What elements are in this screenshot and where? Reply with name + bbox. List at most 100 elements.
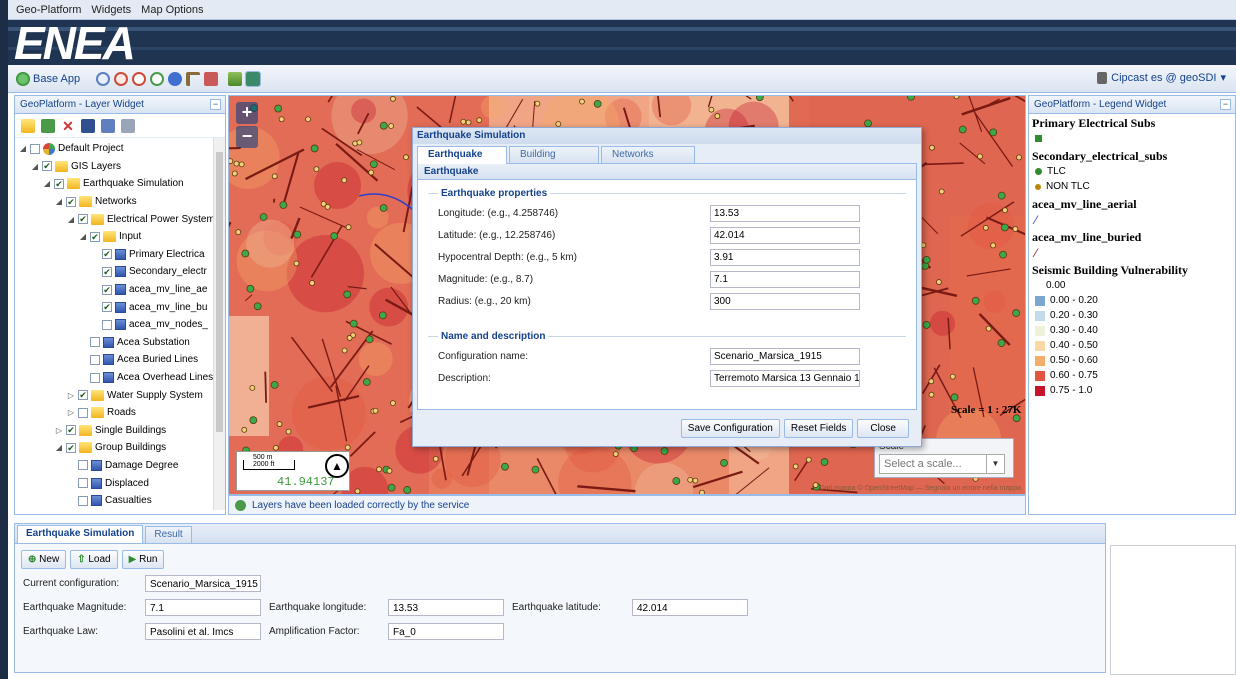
description-input[interactable]: Terremoto Marsica 13 Gennaio 1915 [710,369,860,387]
collapse-layer-panel-button[interactable]: − [210,99,221,110]
expand-arrow-icon[interactable]: ◢ [31,162,39,171]
layer-tree-node[interactable]: Casualties [15,492,225,510]
menu-geo-platform[interactable]: Geo-Platform [16,4,81,16]
tab-result[interactable]: Result [145,526,192,543]
settings-icon[interactable] [121,118,135,133]
reset-fields-button[interactable]: Reset Fields [783,419,854,438]
zoom-in-icon[interactable] [96,71,111,86]
export-icon[interactable] [101,118,115,133]
layer-tree-node[interactable]: ✔ Primary Electrica [15,246,225,264]
layer-checkbox[interactable] [90,337,100,348]
layer-checkbox[interactable]: ✔ [102,302,112,313]
save-configuration-button[interactable]: Save Configuration [680,419,780,438]
layer-tree-node[interactable]: ◢ ✔ Networks [15,193,225,211]
layer-checkbox[interactable] [78,407,88,418]
scale-select[interactable]: Select a scale... ▼ [879,454,1005,474]
expand-arrow-icon[interactable]: ◢ [19,144,27,153]
layer-checkbox[interactable]: ✔ [102,266,112,277]
expand-arrow-icon[interactable]: ◢ [67,215,75,224]
full-screen-icon[interactable] [245,70,262,87]
layer-tree-node[interactable]: ✔ acea_mv_line_bu [15,298,225,316]
base-app-button[interactable]: Base App [14,69,82,89]
layer-checkbox[interactable]: ✔ [90,231,100,242]
zoom-out-button[interactable]: − [236,126,258,148]
expand-arrow-icon[interactable]: ◢ [55,443,63,452]
close-button[interactable]: Close [857,419,909,438]
magnitude-input[interactable]: 7.1 [710,270,860,288]
layer-tree-node[interactable]: Acea Substation [15,334,225,352]
current-config-field[interactable]: Scenario_Marsica_1915 [145,575,261,592]
layer-tree-node[interactable]: Collapsed Buildings [15,509,225,510]
layer-checkbox[interactable] [78,478,88,489]
layer-checkbox[interactable]: ✔ [66,442,76,453]
collapse-legend-panel-button[interactable]: − [1220,99,1231,110]
radius-input[interactable]: 300 [710,292,860,310]
layer-tree-node[interactable]: ▷ ✔ Single Buildings [15,422,225,440]
measure-icon[interactable] [186,71,201,86]
layer-tree-node[interactable]: ◢ ✔ Earthquake Simulation [15,175,225,193]
layer-tree-node[interactable]: Damage Degree [15,457,225,475]
config-name-input[interactable]: Scenario_Marsica_1915 [710,347,860,365]
map-attribution[interactable]: Dati mappa © OpenStreetMap — Segnala un … [820,485,1021,492]
longitude-field[interactable]: 13.53 [388,599,504,616]
tab-earthquake[interactable]: Earthquake [417,146,507,164]
save-icon[interactable] [81,118,95,133]
expand-arrow-icon[interactable]: ◢ [43,179,51,188]
layer-checkbox[interactable]: ✔ [42,161,52,172]
info-icon[interactable] [168,71,183,86]
layer-tree-node[interactable]: ◢ ✔ Input [15,228,225,246]
layer-checkbox[interactable] [78,495,88,506]
tree-scrollbar[interactable] [213,138,225,510]
layer-tree-node[interactable]: Acea Overhead Lines [15,369,225,387]
layer-checkbox[interactable]: ✔ [78,214,88,225]
new-button[interactable]: ⊕ New [21,550,67,569]
zoom-box-icon[interactable] [132,71,147,86]
layer-tree-node[interactable]: ◢ ✔ Group Buildings [15,439,225,457]
layer-tree-node[interactable]: Acea Buried Lines [15,351,225,369]
add-folder-icon[interactable] [21,118,35,133]
layer-checkbox[interactable] [90,354,100,365]
layer-checkbox[interactable] [90,372,100,383]
add-layer-icon[interactable] [41,118,55,133]
layer-tree-node[interactable]: ▷ ✔ Water Supply System [15,386,225,404]
law-field[interactable]: Pasolini et al. Imcs [145,623,261,640]
layer-checkbox[interactable]: ✔ [66,425,76,436]
magnitude-field[interactable]: 7.1 [145,599,261,616]
layer-checkbox[interactable]: ✔ [78,390,88,401]
layer-checkbox[interactable]: ✔ [102,249,112,260]
layer-checkbox[interactable]: ✔ [66,196,76,207]
layer-tree-node[interactable]: acea_mv_nodes_ [15,316,225,334]
layer-tree-node[interactable]: ✔ Secondary_electr [15,263,225,281]
tab-networks[interactable]: Networks [601,146,695,163]
latitude-field[interactable]: 42.014 [632,599,748,616]
collapse-arrow-icon[interactable]: ▷ [67,391,75,400]
layers-icon[interactable] [228,71,243,86]
amplification-field[interactable]: Fa_0 [388,623,504,640]
layer-checkbox[interactable]: ✔ [102,284,112,295]
depth-input[interactable]: 3.91 [710,248,860,266]
load-button[interactable]: ⇧ Load [70,550,118,569]
layer-checkbox[interactable] [78,460,88,471]
zoom-extent-icon[interactable] [150,71,165,86]
layer-checkbox[interactable] [30,143,40,154]
menu-widgets[interactable]: Widgets [91,4,131,16]
layer-checkbox[interactable] [102,319,112,330]
layer-tree-node[interactable]: ◢ ✔ GIS Layers [15,158,225,176]
collapse-arrow-icon[interactable]: ▷ [55,426,63,435]
user-menu-button[interactable]: Cipcast es @ geoSDI ▾ [1097,71,1226,84]
menu-map-options[interactable]: Map Options [141,4,203,16]
measure-area-icon[interactable] [204,71,219,86]
tab-earthquake-simulation[interactable]: Earthquake Simulation [17,525,144,543]
layer-tree-node[interactable]: ✔ acea_mv_line_ae [15,281,225,299]
latitude-input[interactable]: 42.014 [710,226,860,244]
collapse-arrow-icon[interactable]: ▷ [67,408,75,417]
expand-arrow-icon[interactable]: ◢ [55,197,63,206]
zoom-out-icon[interactable] [114,71,129,86]
layer-tree-node[interactable]: Displaced [15,474,225,492]
layer-tree-node[interactable]: ◢ Default Project [15,140,225,158]
tab-building[interactable]: Building [509,146,599,163]
run-button[interactable]: ▶ Run [121,550,165,569]
longitude-input[interactable]: 13.53 [710,204,860,222]
layer-tree-node[interactable]: ◢ ✔ Electrical Power System [15,210,225,228]
zoom-in-button[interactable]: + [236,102,258,124]
